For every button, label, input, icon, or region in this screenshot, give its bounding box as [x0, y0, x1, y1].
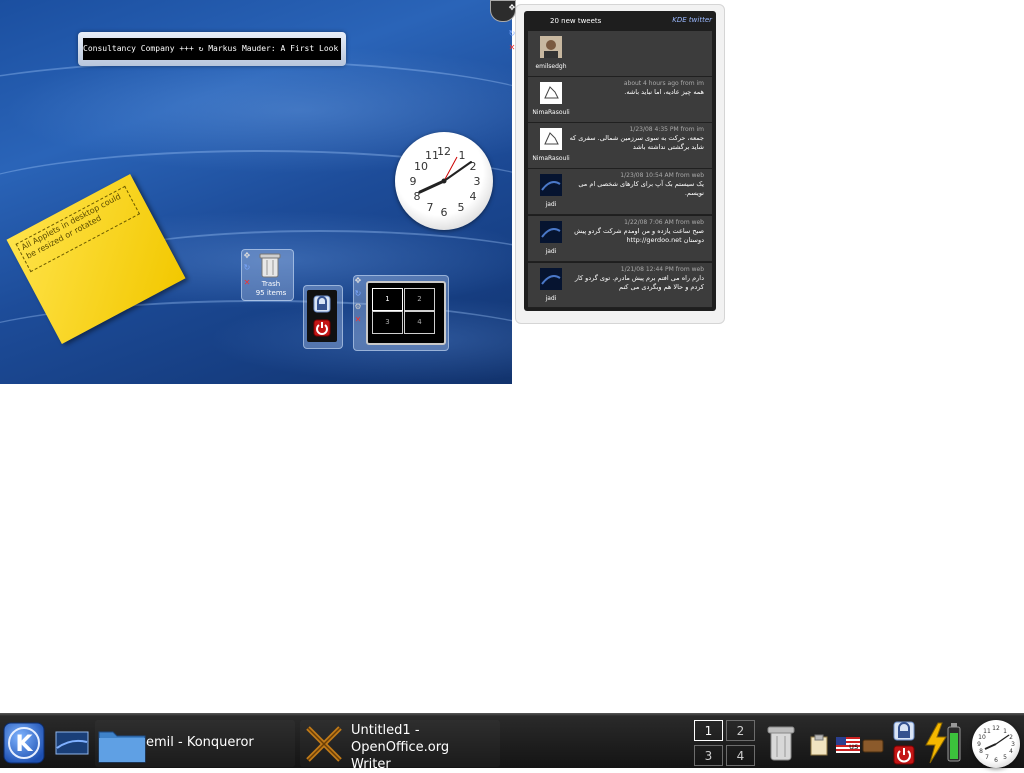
close-icon[interactable]: ✕	[243, 279, 251, 287]
taskbar-pager-desktop-1[interactable]: 1	[694, 720, 723, 741]
svg-text:3: 3	[1011, 741, 1015, 748]
taskbar-pager-desktop-4[interactable]: 4	[726, 745, 755, 766]
close-icon[interactable]: ✕	[508, 44, 516, 52]
kde-menu-icon[interactable]: K	[3, 722, 45, 764]
logout-icon[interactable]	[313, 319, 331, 337]
task-openoffice-writer[interactable]: Untitled1 - OpenOffice.org Writer	[300, 720, 500, 772]
svg-text:1: 1	[1003, 728, 1007, 735]
rotate-handle-icon[interactable]: ↻	[354, 290, 362, 298]
svg-text:5: 5	[1003, 754, 1007, 761]
settings-icon[interactable]: ⚙	[354, 303, 362, 311]
avatar-icon	[540, 128, 562, 150]
pager-desktop-4[interactable]: 4	[404, 311, 435, 334]
battery-power-icon[interactable]	[920, 721, 964, 765]
svg-text:4: 4	[1009, 748, 1013, 755]
task-konqueror[interactable]: emil - Konqueror	[95, 720, 295, 767]
lock-screen-icon[interactable]	[893, 721, 915, 741]
svg-text:11: 11	[425, 149, 439, 162]
folder-icon	[98, 731, 146, 763]
svg-text:4: 4	[470, 190, 477, 203]
tweet-item[interactable]: 1/23/08 10:54 AM from web یک سیستم بک آپ…	[528, 169, 712, 215]
keyboard-layout-us-flag-icon[interactable]: us	[836, 737, 860, 753]
trash-label: Trash 95 items	[254, 280, 288, 298]
tweet-meta: 1/21/08 12:44 PM from web	[620, 266, 704, 273]
pager-desktop-2[interactable]: 2	[404, 288, 435, 311]
avatar-icon	[540, 221, 562, 243]
avatar-icon	[540, 174, 562, 196]
pager-desktop-1[interactable]: 1	[372, 288, 403, 311]
tweet-user[interactable]: NimaRasouli	[528, 109, 574, 116]
news-ticker-text: Consultancy Company +++ ↻ Markus Mauder:…	[83, 38, 341, 60]
tweet-item[interactable]: 1/21/08 12:44 PM from web دارم راه می اف…	[528, 263, 712, 308]
tweet-meta: 1/23/08 4:35 PM from im	[629, 126, 704, 133]
resize-handle-icon[interactable]: ✥	[508, 4, 516, 12]
clock-face-icon: 12 12 345 678 91011	[410, 145, 481, 219]
clipboard-icon[interactable]	[808, 734, 830, 756]
show-desktop-icon[interactable]	[55, 730, 89, 756]
trash-icon[interactable]	[766, 724, 796, 762]
logout-icon[interactable]	[893, 745, 915, 765]
svg-text:1: 1	[459, 149, 466, 162]
svg-text:3: 3	[474, 175, 481, 188]
svg-text:6: 6	[994, 757, 998, 764]
tweet-text: همه چیز عادیه، اما نباید باشه.	[624, 88, 704, 96]
svg-text:12: 12	[992, 725, 1000, 732]
task-label: Untitled1 - OpenOffice.org Writer	[351, 723, 450, 772]
news-ticker-applet[interactable]: Consultancy Company +++ ↻ Markus Mauder:…	[78, 32, 346, 66]
lock-screen-icon[interactable]	[313, 295, 331, 313]
tweet-item[interactable]: about 4 hours ago from im همه چیز عادیه،…	[528, 77, 712, 123]
svg-text:5: 5	[458, 201, 465, 214]
tweet-meta: about 4 hours ago from im	[623, 80, 704, 87]
tweet-item[interactable]: 1/23/08 4:35 PM from im جمعه، حرکت به سو…	[528, 123, 712, 169]
twitter-header: 20 new tweets KDE twitter	[526, 13, 714, 31]
tweet-text: جمعه، حرکت به سوی سرزمین شمالی. سفری که …	[569, 134, 704, 151]
svg-text:9: 9	[410, 175, 417, 188]
svg-text:11: 11	[983, 728, 991, 735]
avatar-icon	[540, 268, 562, 290]
tweet-user[interactable]: emilsedgh	[528, 63, 574, 70]
tweet-text: صبح ساعت یازده و من اومدم شرکت گردو پیش …	[574, 227, 704, 244]
svg-text:K: K	[15, 732, 33, 757]
analog-clock-applet[interactable]: 12 1 2 345 678 9 10 11	[395, 132, 493, 230]
taskbar-pager-desktop-2[interactable]: 2	[726, 720, 755, 741]
tweet-user[interactable]: jadi	[528, 295, 574, 302]
trash-title: Trash	[261, 280, 281, 288]
new-tweets-count: 20 new tweets	[550, 17, 602, 25]
svg-text:12: 12	[437, 145, 451, 158]
avatar-icon	[540, 82, 562, 104]
tweet-user[interactable]: NimaRasouli	[528, 155, 574, 162]
taskbar-clock[interactable]: 12 1 2 345 678 9 10 11	[972, 720, 1020, 768]
openoffice-icon	[306, 726, 342, 762]
rotate-handle-icon[interactable]: ↻	[243, 264, 251, 272]
pager-desktop-3[interactable]: 3	[372, 311, 403, 334]
taskbar-pager-desktop-3[interactable]: 3	[694, 745, 723, 766]
avatar-icon	[540, 36, 562, 58]
clock-face-icon: 12 12 345 678 91011	[977, 725, 1015, 764]
tweet-user[interactable]: jadi	[528, 248, 574, 255]
svg-text:7: 7	[427, 201, 434, 214]
svg-text:2: 2	[1009, 734, 1013, 741]
resize-handle-icon[interactable]: ✥	[354, 277, 362, 285]
close-icon[interactable]: ✕	[354, 316, 362, 324]
tweet-text: دارم راه می افتم برم پیش مادرم. توی گردو…	[574, 274, 704, 291]
task-label: emil - Konqueror	[146, 735, 254, 750]
tweet-meta: 1/23/08 10:54 AM from web	[620, 172, 704, 179]
tweet-text: یک سیستم بک آپ برای کارهای شخصی ام می نو…	[578, 180, 704, 197]
twitter-logo: KDE twitter	[672, 16, 712, 24]
tweet-item[interactable]: 1/22/08 7:06 AM from web صبح ساعت یازده …	[528, 216, 712, 262]
trash-count: 95 items	[255, 289, 287, 297]
rotate-handle-icon[interactable]: ↻	[508, 30, 516, 38]
svg-text:8: 8	[979, 748, 983, 755]
tweet-item[interactable]: emilsedgh	[528, 31, 712, 77]
tweet-user[interactable]: jadi	[528, 201, 574, 208]
svg-text:us: us	[849, 742, 858, 751]
svg-text:9: 9	[977, 741, 981, 748]
svg-text:7: 7	[985, 754, 989, 761]
tweet-meta: 1/22/08 7:06 AM from web	[624, 219, 704, 226]
svg-text:10: 10	[978, 734, 986, 741]
svg-text:6: 6	[441, 206, 448, 219]
trash-icon[interactable]	[259, 252, 281, 278]
wallet-icon[interactable]	[862, 739, 884, 753]
resize-handle-icon[interactable]: ✥	[243, 252, 251, 260]
